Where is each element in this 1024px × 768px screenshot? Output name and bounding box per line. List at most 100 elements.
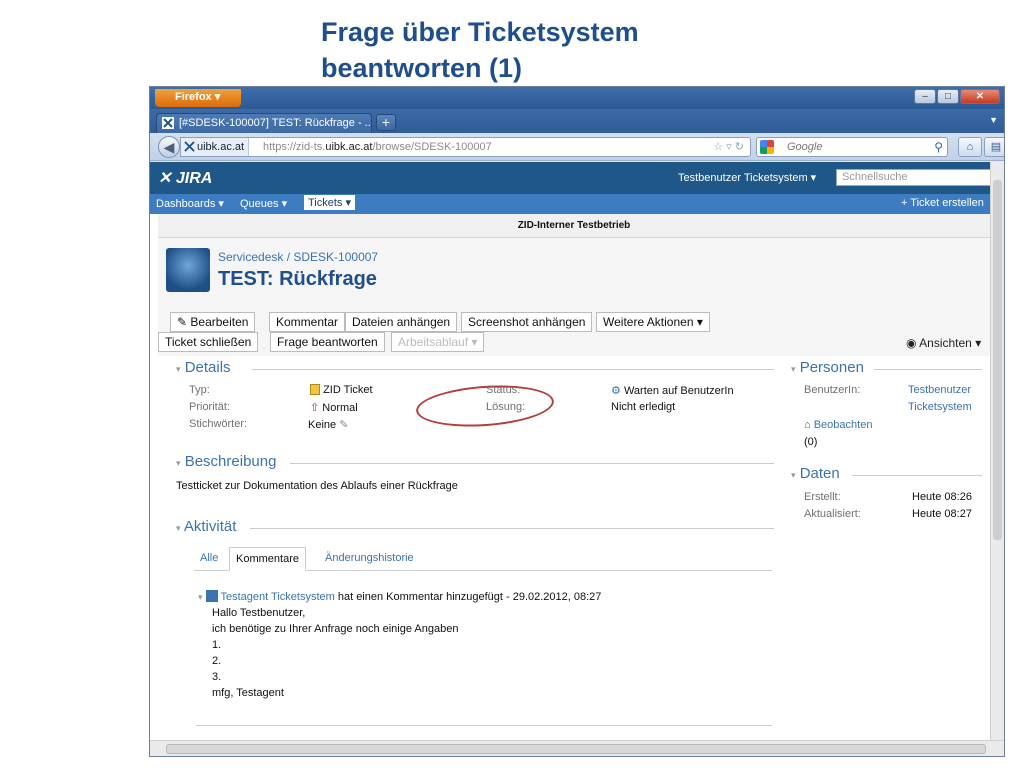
pencil-icon[interactable]: ✎	[339, 419, 348, 431]
eye-icon: ◉	[906, 336, 917, 350]
navigation-bar: ◀ uibk.ac.at https://zid-ts.uibk.ac.at/b…	[150, 133, 1004, 161]
activity-divider	[250, 528, 774, 529]
watch-link[interactable]: ⌂ Beobachten	[804, 419, 872, 431]
comment-author[interactable]: Testagent Ticketsystem	[220, 591, 334, 603]
slide-title-line1: Frage über Ticketsystem	[321, 17, 639, 47]
vertical-scroll-thumb[interactable]	[993, 180, 1002, 540]
operations-bar: ✎ Bearbeiten Kommentar Dateien anhängen …	[158, 296, 990, 356]
comment-line: Hallo Testbenutzer,	[212, 607, 306, 619]
home-icon[interactable]: ⌂	[958, 137, 982, 157]
activity-heading[interactable]: ▾ Aktivität	[176, 518, 236, 535]
status-icon: ⚙	[611, 385, 621, 397]
comment-meta: hat einen Kommentar hinzugefügt - 29.02.…	[337, 591, 602, 603]
site-identity[interactable]: uibk.ac.at	[181, 138, 250, 156]
priority-icon: ⇧	[310, 402, 320, 414]
resolution-label: Lösung:	[486, 401, 526, 413]
details-heading[interactable]: ▾ Details	[176, 359, 231, 376]
search-engine-label: Google	[787, 141, 823, 153]
comment-line: ich benötige zu Ihrer Anfrage noch einig…	[212, 623, 459, 635]
issue-title: TEST: Rückfrage	[218, 268, 377, 290]
watch-count: (0)	[804, 436, 818, 448]
updated-label: Aktualisiert:	[804, 508, 861, 520]
window-controls: – □ ✕	[914, 89, 1000, 105]
reload-icon[interactable]: ↻	[735, 141, 744, 153]
close-window-button[interactable]: ✕	[960, 89, 1000, 104]
dates-heading[interactable]: ▾ Daten	[791, 465, 840, 482]
answer-question-button[interactable]: Frage beantworten	[270, 332, 385, 352]
description-heading[interactable]: ▾ Beschreibung	[176, 453, 276, 470]
user-link-line2[interactable]: Ticketsystem	[908, 401, 972, 413]
create-ticket-link[interactable]: + Ticket erstellen	[901, 197, 984, 209]
close-ticket-button[interactable]: Ticket schließen	[158, 332, 259, 352]
url-bar[interactable]: uibk.ac.at https://zid-ts.uibk.ac.at/bro…	[180, 137, 751, 157]
user-label: BenutzerIn:	[804, 384, 861, 396]
quick-search-input[interactable]: Schnellsuche	[836, 169, 990, 186]
horizontal-scroll-thumb[interactable]	[166, 744, 986, 754]
watch-icon: ⌂	[804, 419, 811, 431]
breadcrumb[interactable]: Servicedesk / SDESK-100007	[218, 250, 378, 264]
keywords-value[interactable]: Keine ✎	[308, 418, 348, 431]
issue-header: Servicedesk / SDESK-100007 TEST: Rückfra…	[158, 238, 990, 296]
new-tab-button[interactable]: +	[376, 114, 396, 131]
views-menu[interactable]: ◉ Ansichten ▾	[906, 336, 981, 350]
bookmarks-icon[interactable]: ▤	[984, 137, 1004, 157]
keywords-label: Stichwörter:	[189, 418, 248, 430]
search-icon[interactable]: ⚲	[934, 138, 943, 156]
browser-window: Firefox ▾ – □ ✕ [#SDESK-100007] TEST: Rü…	[149, 86, 1005, 757]
people-divider	[874, 369, 982, 370]
minimize-button[interactable]: –	[914, 89, 936, 104]
back-button[interactable]: ◀	[158, 136, 180, 158]
ticket-type-icon	[310, 384, 320, 395]
status-value: ⚙ Warten auf BenutzerIn	[611, 385, 734, 397]
page-content: ✕ JIRA Testbenutzer Ticketsystem ▾ Schne…	[150, 162, 990, 740]
tab-bar: [#SDESK-100007] TEST: Rückfrage - ... + …	[150, 109, 1004, 133]
collapse-icon[interactable]: ▾	[198, 592, 203, 602]
vertical-scrollbar[interactable]	[990, 162, 1004, 740]
google-icon[interactable]	[760, 140, 774, 154]
nav-tickets[interactable]: Tickets ▾	[304, 195, 356, 210]
workflow-button[interactable]: Arbeitsablauf ▾	[391, 332, 485, 352]
slide-title: Frage über Ticketsystem beantworten (1)	[321, 14, 921, 86]
firefox-menu-button[interactable]: Firefox ▾	[155, 89, 241, 107]
horizontal-scrollbar[interactable]	[150, 740, 1004, 756]
maximize-button[interactable]: □	[937, 89, 959, 104]
people-heading[interactable]: ▾ Personen	[791, 359, 864, 376]
tab-history[interactable]: Änderungshistorie	[319, 547, 420, 571]
edit-button[interactable]: ✎ Bearbeiten	[170, 312, 256, 332]
comment-line: 3.	[212, 671, 222, 683]
window-titlebar: Firefox ▾ – □ ✕	[150, 87, 1004, 109]
browser-tab[interactable]: [#SDESK-100007] TEST: Rückfrage - ...	[156, 113, 372, 133]
activity-tabs: Alle Kommentare Änderungshistorie	[194, 547, 772, 571]
environment-banner: ZID-Interner Testbetrieb	[158, 214, 990, 238]
comment-line: mfg, Testagent	[212, 687, 284, 699]
bookmark-star-icon[interactable]: ☆ ▿ ↻	[713, 138, 744, 156]
jira-favicon-icon	[162, 117, 174, 129]
comment-line: 1.	[212, 639, 222, 651]
slide-title-line2: beantworten (1)	[321, 53, 523, 83]
search-bar[interactable]: Google ⚲	[756, 137, 948, 157]
comment-button[interactable]: Kommentar	[269, 312, 346, 332]
url-text: https://zid-ts.uibk.ac.at/browse/SDESK-1…	[263, 141, 492, 153]
priority-value: ⇧ Normal	[310, 402, 358, 414]
tab-all[interactable]: Alle	[194, 547, 224, 571]
tab-comments[interactable]: Kommentare	[229, 547, 306, 571]
description-divider	[290, 463, 774, 464]
comment-block: ▾ Testagent Ticketsystem hat einen Komme…	[198, 589, 778, 701]
nav-dashboards[interactable]: Dashboards ▾	[156, 197, 224, 210]
jira-logo[interactable]: ✕ JIRA	[158, 168, 212, 188]
comment-line: 2.	[212, 655, 222, 667]
comment-header: ▾ Testagent Ticketsystem hat einen Komme…	[198, 589, 778, 605]
comment-divider	[196, 725, 772, 726]
attach-files-button[interactable]: Dateien anhängen	[345, 312, 458, 332]
nav-queues[interactable]: Queues ▾	[240, 197, 287, 210]
attach-screenshot-button[interactable]: Screenshot anhängen	[461, 312, 593, 332]
more-actions-button[interactable]: Weitere Aktionen ▾	[596, 312, 710, 332]
tab-list-icon[interactable]: ▼	[989, 115, 998, 125]
user-menu[interactable]: Testbenutzer Ticketsystem ▾	[678, 171, 816, 184]
updated-value: Heute 08:27	[912, 508, 972, 520]
description-text: Testticket zur Dokumentation des Ablaufs…	[176, 480, 458, 492]
user-link-line1[interactable]: Testbenutzer	[908, 384, 971, 396]
dates-divider	[852, 475, 982, 476]
jira-nav: Dashboards ▾ Queues ▾ Tickets ▾ + Ticket…	[150, 194, 990, 214]
created-value: Heute 08:26	[912, 491, 972, 503]
